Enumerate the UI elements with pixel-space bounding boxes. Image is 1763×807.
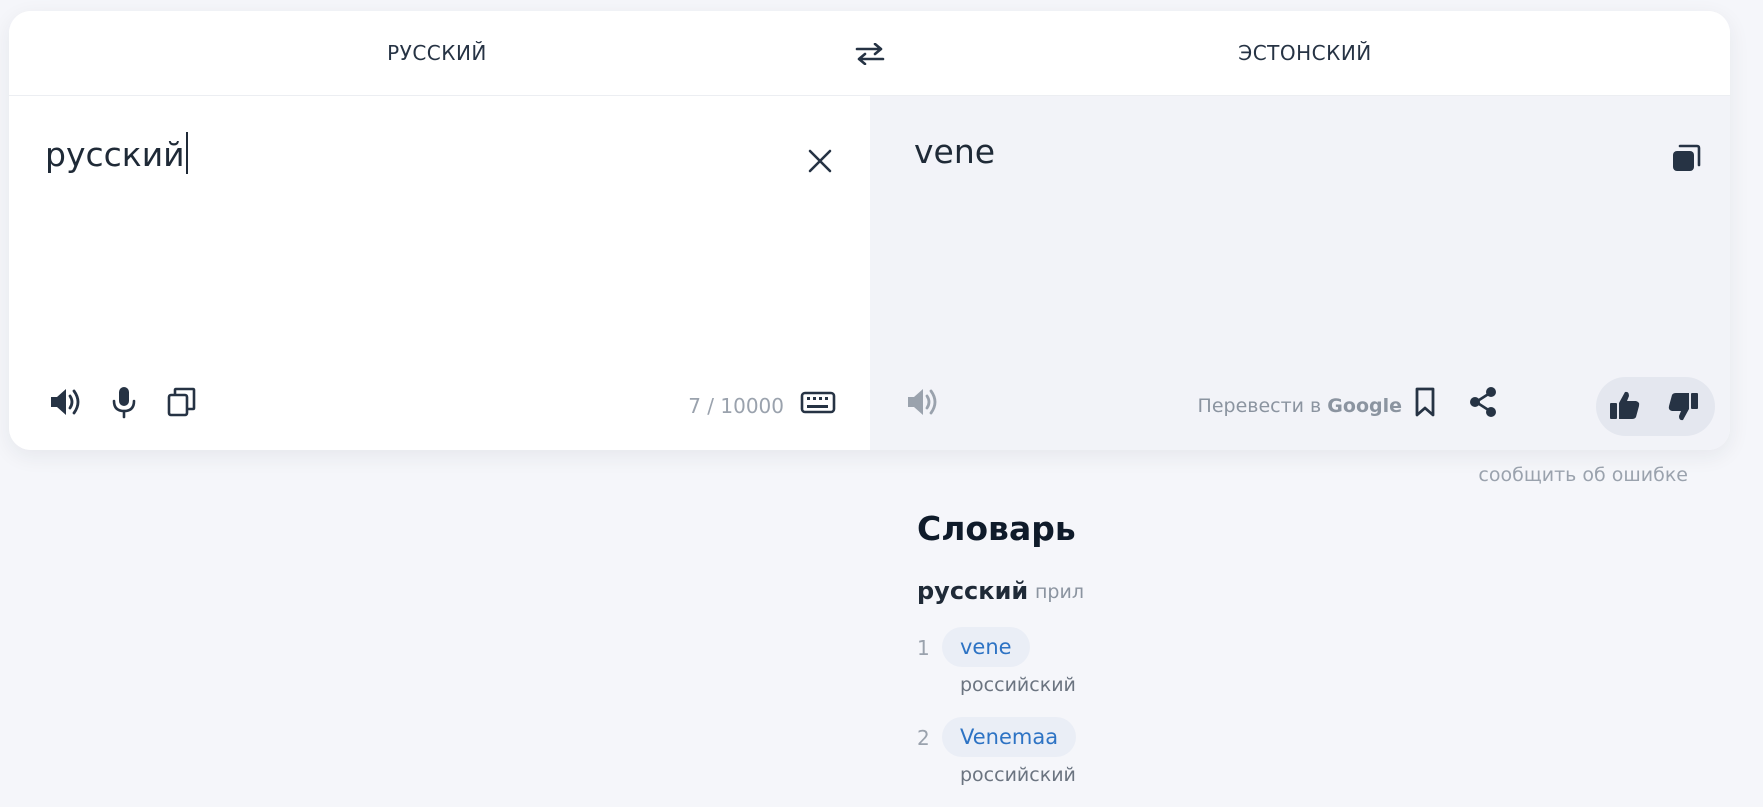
translation-chip[interactable]: vene: [942, 627, 1030, 667]
translation-chip[interactable]: Venemaa: [942, 717, 1077, 757]
bookmark-button[interactable]: [1405, 382, 1445, 422]
like-button[interactable]: [1605, 386, 1645, 426]
translation-pane: vene Перевести в Google: [870, 96, 1730, 450]
source-pane: русский 7 / 10000: [9, 96, 870, 450]
part-of-speech: прил: [1035, 581, 1084, 603]
voice-input-button[interactable]: [104, 382, 144, 422]
clear-text-button[interactable]: [802, 143, 838, 179]
character-counter: 7 / 10000: [688, 394, 784, 418]
rate-translation: [1596, 377, 1715, 436]
dislike-button[interactable]: [1663, 386, 1703, 426]
copy-source-button[interactable]: [162, 382, 202, 422]
text-cursor: [185, 132, 188, 174]
entry-gloss: российский: [960, 674, 1076, 696]
dictionary-title: Словарь: [917, 509, 1076, 548]
translation-text: vene: [914, 132, 996, 171]
dictionary-headword: русский: [917, 577, 1029, 605]
report-error-link[interactable]: сообщить об ошибке: [1478, 464, 1688, 486]
translate-in-label: Перевести в: [1197, 395, 1322, 417]
copy-icon: [1673, 144, 1701, 171]
virtual-keyboard-button[interactable]: [798, 382, 838, 422]
entry-gloss: российский: [960, 764, 1076, 786]
source-text-input[interactable]: русский: [45, 132, 188, 174]
source-text: русский: [45, 135, 185, 174]
listen-translation-button[interactable]: [902, 382, 942, 422]
copy-icon: [167, 387, 196, 417]
language-bar: РУССКИЙ ЭСТОНСКИЙ: [9, 11, 1730, 96]
microphone-icon: [112, 387, 136, 419]
keyboard-icon: [800, 391, 836, 414]
translate-in-google-link[interactable]: Перевести в Google: [1192, 395, 1402, 417]
translator-card: РУССКИЙ ЭСТОНСКИЙ русский 7 / 10000 vene…: [9, 11, 1730, 450]
entry-number: 2: [917, 726, 930, 750]
speaker-icon: [908, 389, 937, 415]
thumbs-down-icon: [1668, 393, 1698, 421]
copy-translation-button[interactable]: [1669, 141, 1703, 175]
share-icon: [1470, 387, 1496, 417]
target-language-selector[interactable]: ЭСТОНСКИЙ: [880, 11, 1730, 95]
entry-number: 1: [917, 636, 930, 660]
google-label: Google: [1327, 395, 1402, 417]
thumbs-up-icon: [1610, 391, 1640, 419]
source-language-selector[interactable]: РУССКИЙ: [9, 11, 865, 95]
share-button[interactable]: [1463, 382, 1503, 422]
speaker-icon: [51, 389, 80, 415]
listen-source-button[interactable]: [45, 382, 85, 422]
close-icon: [808, 149, 832, 173]
bookmark-icon: [1415, 387, 1435, 417]
